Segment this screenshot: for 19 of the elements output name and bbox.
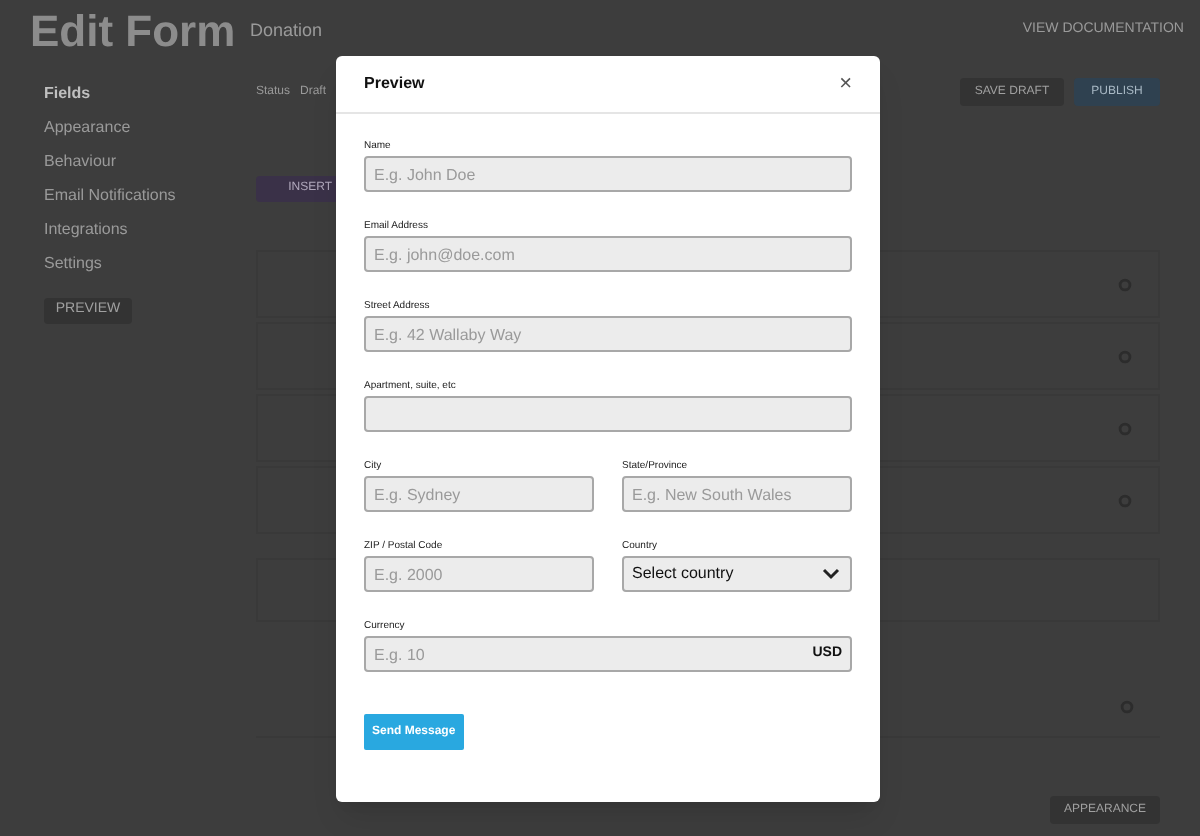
input-field[interactable] [364,396,852,432]
close-button[interactable]: × [839,73,852,95]
input-field[interactable]: E.g. Sydney [364,476,594,512]
sidebar-item[interactable]: Integrations [44,218,240,252]
page-title: Edit Form [30,8,238,56]
sidebar-item[interactable]: Fields [44,82,240,116]
sidebar-item[interactable]: Behaviour [44,150,240,184]
chevron-down-icon [822,568,840,580]
form-name: Donation [250,18,323,44]
dialog-title: Preview [364,72,425,96]
sidebar-item[interactable]: Settings [44,252,240,286]
sidebar-item[interactable]: Email Notifications [44,184,240,218]
input-field[interactable]: E.g. 2000 [364,556,594,592]
country-dropdown[interactable]: Select country [622,556,852,592]
input-field[interactable]: E.g. 42 Wallaby Way [364,316,852,352]
input-field[interactable]: E.g. john@doe.com [364,236,852,272]
sidebar-item[interactable]: Appearance [44,116,240,150]
input-field[interactable]: E.g. New South Wales [622,476,852,512]
input-field[interactable]: E.g. John Doe [364,156,852,192]
